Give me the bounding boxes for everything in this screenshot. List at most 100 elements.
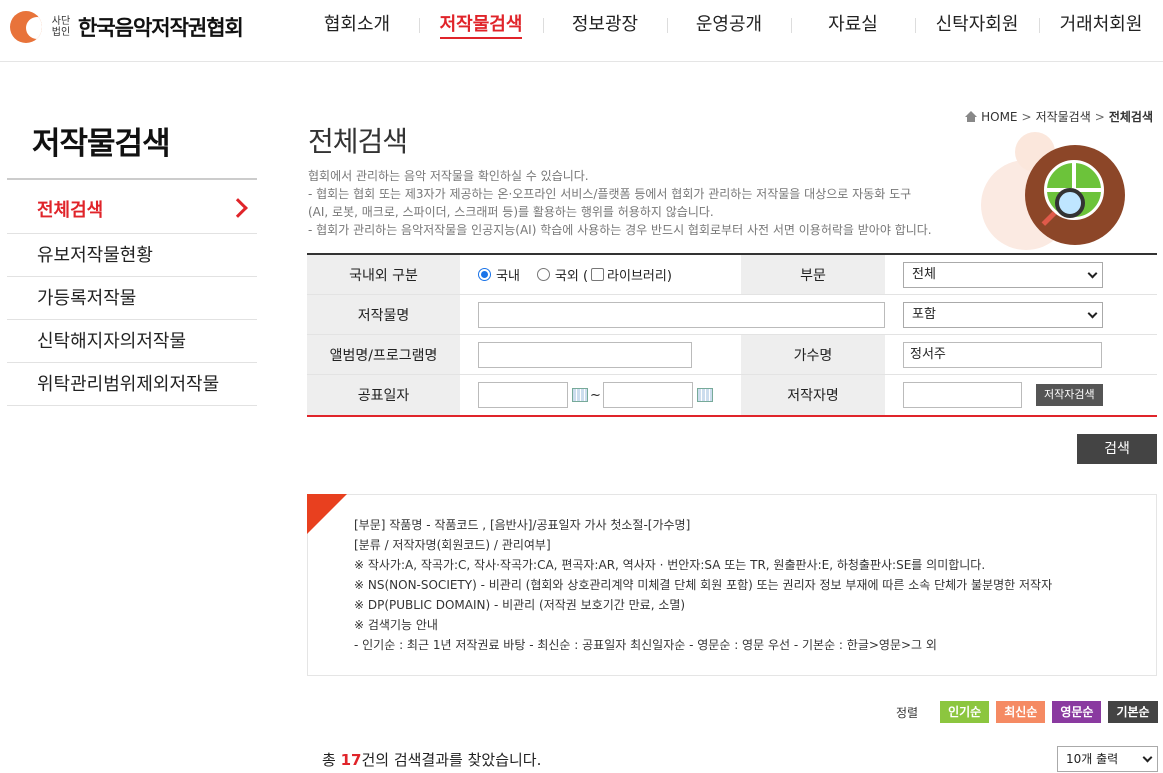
magnifier-icon xyxy=(1055,188,1085,218)
sort-popular-button[interactable]: 인기순 xyxy=(940,701,990,723)
select-value: 10개 출력 xyxy=(1066,752,1119,766)
radio-domestic[interactable] xyxy=(478,268,491,281)
album-input[interactable] xyxy=(478,341,692,368)
main-nav: 협회소개 저작물검색 정보광장 운영공개 자료실 신탁자회원 거래처회원 xyxy=(295,0,1163,50)
checkbox-label: 라이브러리) xyxy=(607,269,672,284)
region-label: 국내외 구분 xyxy=(307,255,460,294)
radio-label: 국외 ( xyxy=(554,269,589,284)
description-line: - 협회가 관리하는 음악저작물을 인공지능(AI) 학습에 사용하는 경우 반… xyxy=(308,223,932,237)
match-cell: 포함 xyxy=(885,295,1157,334)
home-icon xyxy=(965,111,978,122)
select-value: 전체 xyxy=(912,266,936,282)
select-value: 포함 xyxy=(912,306,936,322)
corner-accent xyxy=(307,494,347,534)
result-summary: 총 17건의 검색결과를 찾았습니다. xyxy=(322,749,541,770)
nav-item-info[interactable]: 정보광장 xyxy=(543,0,667,50)
nav-item-archive[interactable]: 자료실 xyxy=(791,0,915,50)
sort-english-button[interactable]: 영문순 xyxy=(1052,701,1102,723)
sidebar-item-full-search[interactable]: 전체검색 xyxy=(7,180,257,234)
breadcrumb-level1[interactable]: 저작물검색 xyxy=(1036,108,1091,125)
calendar-icon[interactable] xyxy=(572,388,588,402)
page-title: 전체검색 xyxy=(308,125,408,158)
sort-latest-button[interactable]: 최신순 xyxy=(996,701,1046,723)
breadcrumb-separator: > xyxy=(1021,109,1032,124)
singer-input[interactable]: 정서주 xyxy=(903,341,1102,368)
nav-label: 거래처회원 xyxy=(1059,14,1143,35)
info-line: ※ DP(PUBLIC DOMAIN) - 비관리 (저작권 보호기간 만료, … xyxy=(354,598,686,612)
region-options: 국내 국외 ( 라이브러리) xyxy=(460,255,741,294)
match-select[interactable]: 포함 xyxy=(903,301,1103,328)
nav-label: 협회소개 xyxy=(323,14,391,35)
chevron-down-icon xyxy=(1087,268,1098,278)
info-box: [부문] 작품명 - 작품코드 , [음반사]/공표일자 가사 첫소절-[가수명… xyxy=(307,494,1157,676)
per-page-select[interactable]: 10개 출력 xyxy=(1057,746,1158,772)
site-header: 사단법인 한국음악저작권협회 협회소개 저작물검색 정보광장 운영공개 자료실 … xyxy=(0,0,1163,62)
region-foreign-option[interactable]: 국외 ( 라이브러리) xyxy=(536,265,672,284)
album-cell xyxy=(460,335,741,374)
sidebar-menu: 전체검색 유보저작물현황 가등록저작물 신탁해지자의저작물 위탁관리범위제외저작… xyxy=(7,178,257,406)
site-logo[interactable]: 사단법인 한국음악저작권협회 xyxy=(10,10,244,44)
radio-foreign[interactable] xyxy=(536,268,550,281)
date-label: 공표일자 xyxy=(307,375,460,415)
sidebar-item-provisional-works[interactable]: 가등록저작물 xyxy=(7,277,257,320)
result-suffix: 건의 검색결과를 찾았습니다. xyxy=(361,751,542,769)
nav-label: 저작물검색 xyxy=(439,14,523,39)
author-input[interactable] xyxy=(903,382,1022,408)
nav-item-trust-member[interactable]: 신탁자회원 xyxy=(915,0,1039,50)
form-row-region: 국내외 구분 국내 국외 ( 라이브러리) 부문 전체 xyxy=(307,255,1157,295)
author-search-button[interactable]: 저작자검색 xyxy=(1036,384,1103,406)
title-cell xyxy=(460,295,885,334)
nav-item-disclosure[interactable]: 운영공개 xyxy=(667,0,791,50)
result-prefix: 총 xyxy=(322,751,341,769)
info-line: - 인기순 : 최근 1년 저작권료 바탕 - 최신순 : 공표일자 최신일자순… xyxy=(354,638,937,652)
sidebar-item-label: 위탁관리범위제외저작물 xyxy=(37,374,220,395)
library-checkbox[interactable] xyxy=(591,268,605,281)
nav-label: 운영공개 xyxy=(695,14,763,35)
result-count: 17 xyxy=(340,751,362,769)
sidebar-item-label: 가등록저작물 xyxy=(37,288,137,309)
info-line: ※ NS(NON-SOCIETY) - 비관리 (협회와 상호관리계약 미체결 … xyxy=(354,578,1053,592)
search-button[interactable]: 검색 xyxy=(1077,434,1157,464)
breadcrumb-home[interactable]: HOME xyxy=(981,110,1017,124)
sidebar-item-excluded-works[interactable]: 위탁관리범위제외저작물 xyxy=(7,363,257,406)
breadcrumb-current: 전체검색 xyxy=(1108,110,1153,124)
description-line: - 협회는 협회 또는 제3자가 제공하는 온·오프라인 서비스/플랫폼 등에서… xyxy=(308,187,912,201)
info-text: [부문] 작품명 - 작품코드 , [음반사]/공표일자 가사 첫소절-[가수명… xyxy=(354,515,1052,655)
form-row-album: 앨범명/프로그램명 가수명 정서주 xyxy=(307,335,1157,375)
search-form: 국내외 구분 국내 국외 ( 라이브러리) 부문 전체 저작물명 포함 앨범명/프… xyxy=(307,253,1157,417)
singer-label: 가수명 xyxy=(741,335,885,374)
sidebar-title: 저작물검색 xyxy=(32,126,171,162)
radio-label: 국내 xyxy=(496,269,520,284)
region-domestic-option[interactable]: 국내 xyxy=(478,265,520,284)
info-line: [분류 / 저작자명(회원코드) / 관리여부] xyxy=(354,538,551,552)
calendar-icon[interactable] xyxy=(696,388,713,402)
sidebar-item-label: 신탁해지자의저작물 xyxy=(37,331,187,352)
sort-default-button[interactable]: 기본순 xyxy=(1108,701,1158,723)
chevron-down-icon xyxy=(1142,752,1153,763)
date-to-input[interactable] xyxy=(602,382,693,408)
sidebar-item-reserved-works[interactable]: 유보저작물현황 xyxy=(7,234,257,277)
sidebar-item-label: 전체검색 xyxy=(37,200,104,221)
breadcrumb: HOME > 저작물검색 > 전체검색 xyxy=(965,108,1153,125)
logo-name: 한국음악저작권협회 xyxy=(78,16,244,40)
division-select[interactable]: 전체 xyxy=(903,261,1103,288)
title-input[interactable] xyxy=(478,301,885,328)
date-from-input[interactable] xyxy=(478,382,568,408)
author-cell: 저작자검색 xyxy=(885,375,1157,415)
date-separator: ~ xyxy=(590,387,601,403)
nav-label: 정보광장 xyxy=(571,14,639,35)
nav-item-partner-member[interactable]: 거래처회원 xyxy=(1039,0,1163,50)
nav-label: 자료실 xyxy=(828,14,878,35)
sidebar-item-label: 유보저작물현황 xyxy=(37,245,153,266)
sidebar-item-terminated-works[interactable]: 신탁해지자의저작물 xyxy=(7,320,257,363)
author-label: 저작자명 xyxy=(741,375,885,415)
logo-subtitle: 사단법인 xyxy=(51,16,71,38)
division-label: 부문 xyxy=(741,255,885,294)
date-cell: ~ xyxy=(460,375,741,415)
logo-mark-icon xyxy=(10,11,42,43)
nav-item-work-search[interactable]: 저작물검색 xyxy=(419,0,543,50)
description-line: 협회에서 관리하는 음악 저작물을 확인하실 수 있습니다. xyxy=(308,169,589,183)
title-label: 저작물명 xyxy=(307,295,460,334)
form-row-title: 저작물명 포함 xyxy=(307,295,1157,335)
nav-item-about[interactable]: 협회소개 xyxy=(295,0,419,50)
